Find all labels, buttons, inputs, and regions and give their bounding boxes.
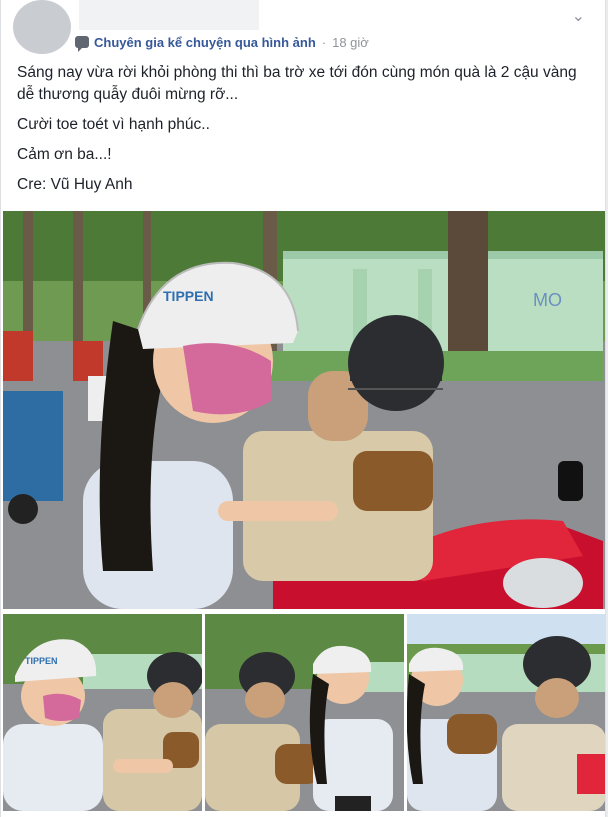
- photo-scene: [205, 614, 404, 811]
- photo-scene: MO TIPPEN: [3, 211, 605, 609]
- post-photo-main[interactable]: MO TIPPEN: [3, 211, 605, 609]
- post-paragraph: Cười toe toét vì hạnh phúc..: [17, 116, 210, 133]
- wall-graffiti: MO: [533, 290, 562, 310]
- post-meta: Chuyên gia kể chuyện qua hình ảnh · 18 g…: [75, 33, 369, 52]
- group-name-link[interactable]: Chuyên gia kể chuyện qua hình ảnh: [94, 35, 316, 50]
- post-timestamp[interactable]: 18 giờ: [332, 35, 369, 50]
- helmet-brand-text: TIPPEN: [25, 656, 58, 666]
- post-card: ⌄ Chuyên gia kể chuyện qua hình ảnh · 18…: [0, 0, 606, 817]
- author-avatar[interactable]: [13, 0, 71, 54]
- post-paragraph: Sáng nay vừa rời khỏi phòng thi thì ba t…: [17, 64, 577, 103]
- photo-scene: [407, 614, 605, 811]
- post-paragraph: Cre: Vũ Huy Anh: [17, 176, 133, 193]
- author-name-placeholder[interactable]: [79, 0, 259, 30]
- message-bubble-icon: [75, 36, 89, 52]
- post-photo-thumb-3[interactable]: [407, 614, 605, 811]
- post-photo-thumb-2[interactable]: [205, 614, 404, 811]
- post-photo-thumb-1[interactable]: TIPPEN: [3, 614, 202, 811]
- chevron-down-icon[interactable]: ⌄: [572, 6, 585, 26]
- post-text: Sáng nay vừa rời khỏi phòng thi thì ba t…: [17, 62, 591, 204]
- photo-scene: TIPPEN: [3, 614, 202, 811]
- meta-separator: ·: [321, 34, 327, 50]
- post-paragraph: Cảm ơn ba...!: [17, 146, 112, 163]
- helmet-brand-text: TIPPEN: [163, 288, 214, 304]
